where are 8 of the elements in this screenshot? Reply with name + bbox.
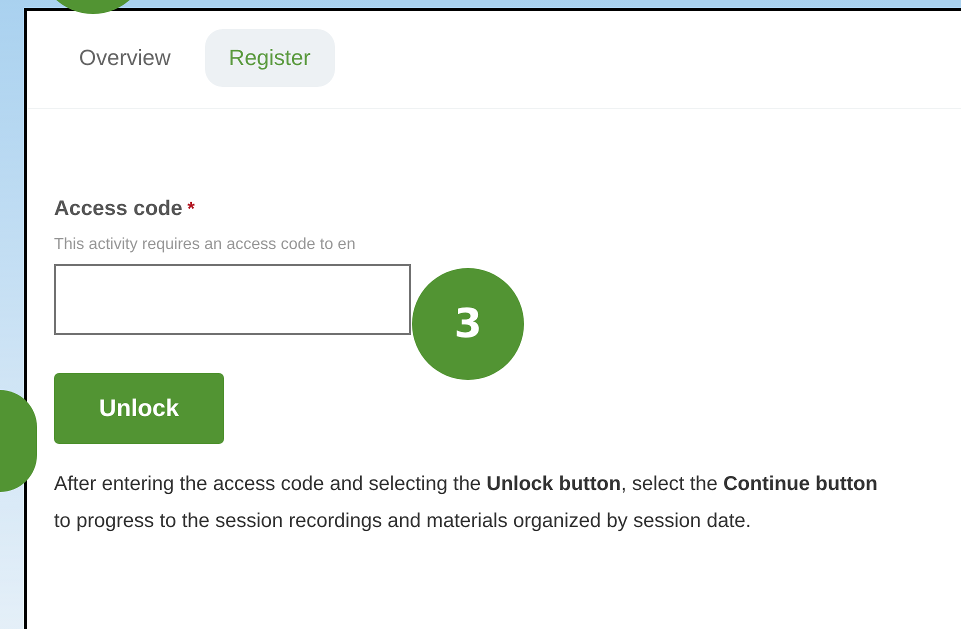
access-code-field[interactable]: [54, 264, 411, 335]
required-mark: *: [187, 199, 195, 221]
tab[interactable]: Overview: [55, 29, 195, 87]
field-label: Access code: [54, 197, 182, 221]
instructions-text: After entering the access code and selecting the Unlock button, select the Continue button to progress to the session recordings and materials organized by session date.: [54, 472, 879, 534]
hint-text: This activity requires an access code to en: [54, 236, 356, 254]
unlock-button[interactable]: Unlock: [54, 373, 224, 444]
tab[interactable]: Register: [204, 29, 335, 87]
